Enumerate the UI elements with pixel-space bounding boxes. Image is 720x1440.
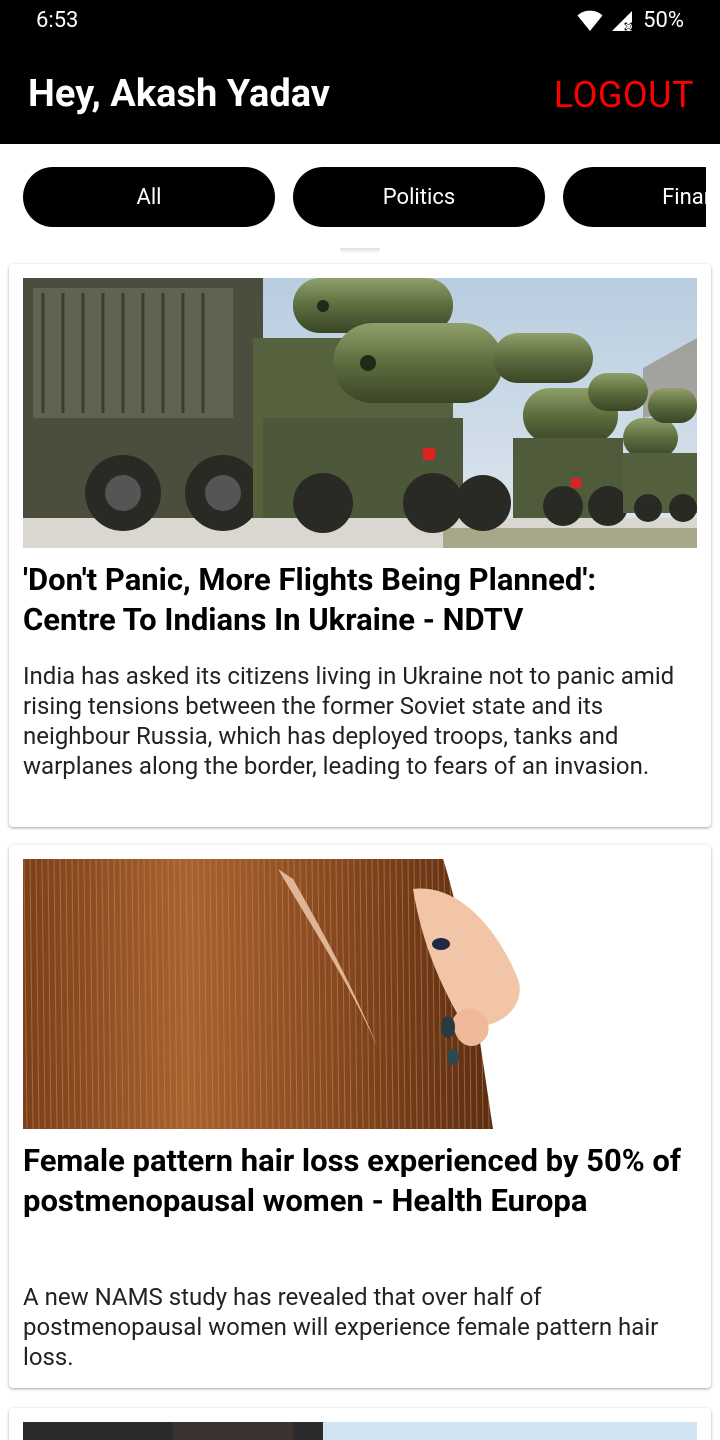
category-chip-row[interactable]: All Politics Finan <box>0 144 720 254</box>
wifi-icon <box>577 10 603 31</box>
greeting-title: Hey, Akash Yadav <box>28 72 331 116</box>
chip-label: All <box>136 184 162 210</box>
app-bar: Hey, Akash Yadav LOGOUT <box>0 48 720 144</box>
article-description: A new NAMS study has revealed that over … <box>23 1283 659 1371</box>
signal-icon <box>612 10 634 31</box>
battery-percent: 50% <box>643 8 684 33</box>
article-headline[interactable]: Female pattern hair loss experienced by … <box>23 1141 683 1221</box>
article-image <box>23 1422 697 1440</box>
article-image <box>23 859 697 1129</box>
status-time: 6:53 <box>36 8 79 33</box>
chip-all[interactable]: All <box>23 167 275 227</box>
pull-refresh-indicator <box>340 248 380 254</box>
status-icons: 50% <box>577 8 684 33</box>
news-card[interactable]: 'Don't Panic, More Flights Being Planned… <box>9 264 711 827</box>
chip-finance[interactable]: Finan <box>563 167 706 227</box>
logout-button[interactable]: LOGOUT <box>554 74 694 116</box>
article-image <box>23 278 697 548</box>
chip-finance-clipped[interactable]: Finan <box>563 167 706 227</box>
news-card[interactable]: Female pattern hair loss experienced by … <box>9 845 711 1388</box>
chip-label: Finan <box>662 184 706 210</box>
chip-politics[interactable]: Politics <box>293 167 545 227</box>
article-description: India has asked its citizens living in U… <box>23 662 675 780</box>
article-headline[interactable]: 'Don't Panic, More Flights Being Planned… <box>23 560 683 640</box>
status-bar: 6:53 50% <box>0 0 720 48</box>
chip-label: Politics <box>382 184 456 210</box>
news-card[interactable] <box>9 1408 711 1440</box>
